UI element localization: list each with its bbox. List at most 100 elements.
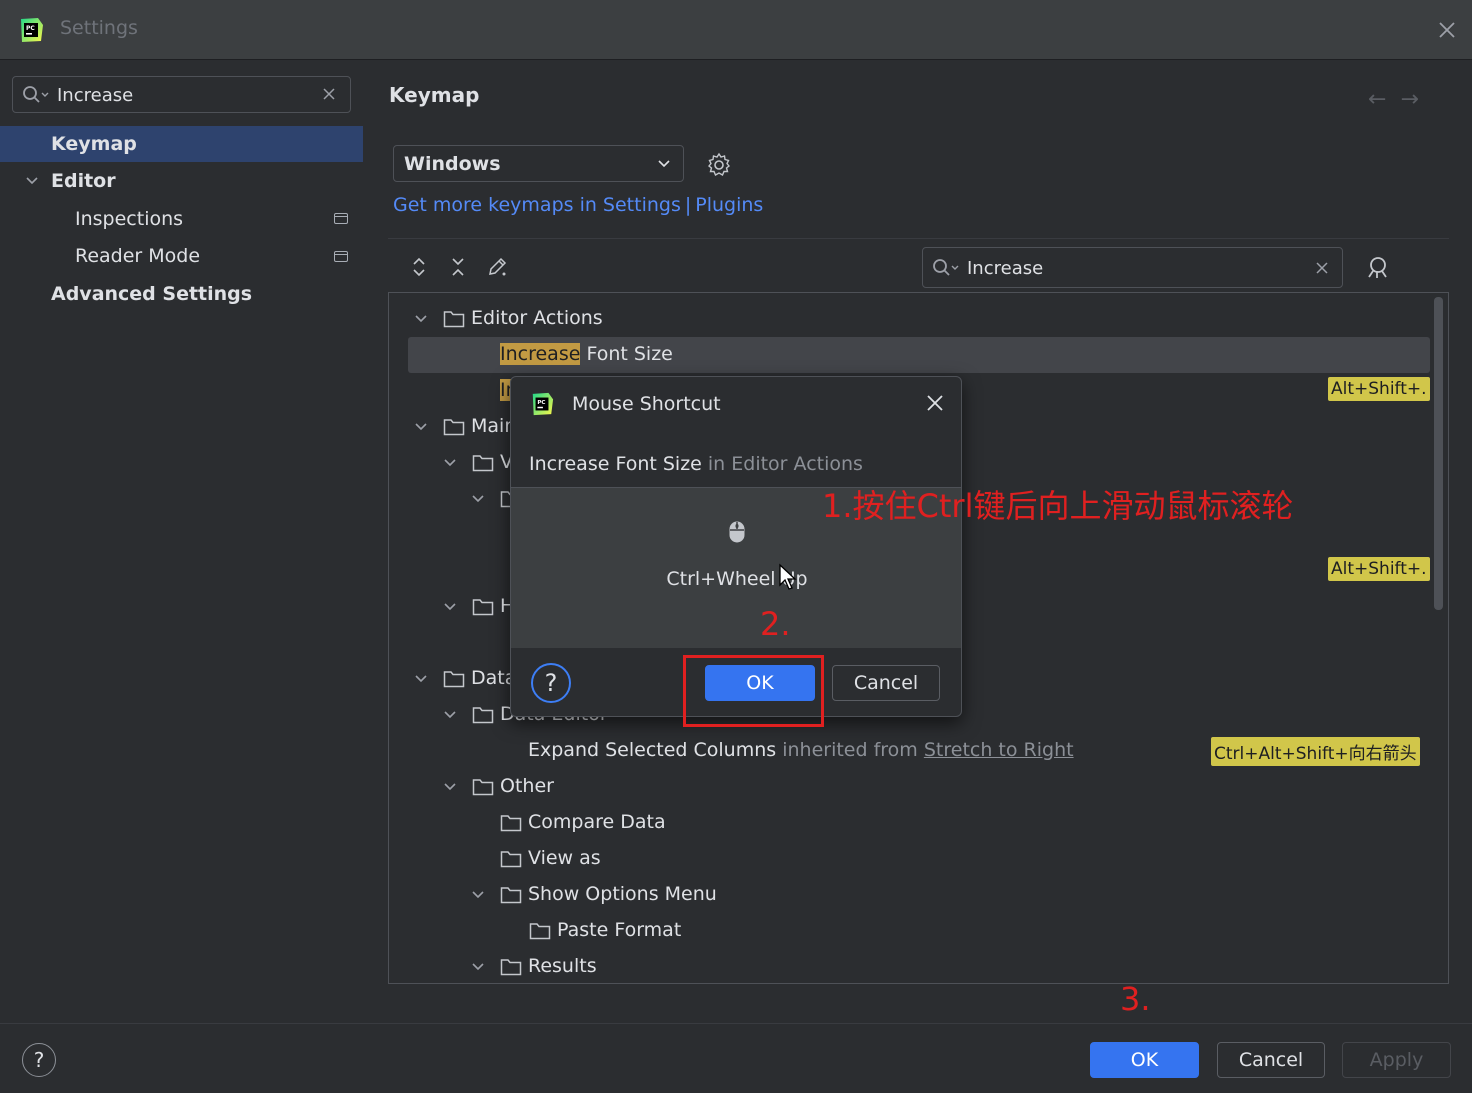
folder-icon bbox=[529, 923, 551, 940]
tree-row[interactable]: Other bbox=[389, 769, 1448, 805]
svg-text:PC: PC bbox=[26, 25, 35, 32]
page-title: Keymap bbox=[389, 83, 480, 107]
chevron-down-icon[interactable] bbox=[24, 173, 40, 189]
tree-row[interactable]: Paste Format bbox=[389, 913, 1448, 949]
annotation-box-dialog-ok bbox=[683, 655, 824, 727]
expand-all-icon[interactable] bbox=[408, 256, 430, 278]
link-separator: | bbox=[684, 194, 692, 216]
stretch-to-right-link[interactable]: Stretch to Right bbox=[924, 739, 1074, 761]
folder-icon bbox=[500, 887, 522, 904]
nav-item-editor[interactable]: Editor bbox=[24, 163, 363, 199]
cancel-button[interactable]: Cancel bbox=[1217, 1042, 1325, 1078]
title-bar: PC Settings bbox=[0, 0, 1472, 60]
chevron-down-icon[interactable] bbox=[413, 420, 429, 434]
action-search-field[interactable] bbox=[922, 247, 1343, 288]
svg-text:PC: PC bbox=[537, 400, 545, 406]
chevron-down-icon[interactable] bbox=[470, 492, 486, 506]
folder-icon bbox=[443, 419, 465, 436]
tree-label: Paste Format bbox=[557, 919, 682, 941]
clear-search-icon[interactable] bbox=[1314, 260, 1330, 276]
edit-pencil-icon[interactable] bbox=[486, 256, 508, 278]
history-nav: ←→ bbox=[1368, 87, 1433, 112]
close-icon[interactable] bbox=[925, 393, 945, 413]
window-close-button[interactable] bbox=[1433, 16, 1461, 44]
dialog-help-button[interactable]: ? bbox=[531, 663, 571, 703]
forward-arrow-icon[interactable]: → bbox=[1400, 87, 1432, 112]
tree-row-increase-font-size[interactable]: Increase Font Size bbox=[408, 337, 1430, 373]
dialog-action-label: Increase Font Size in Editor Actions bbox=[529, 453, 863, 475]
chevron-down-icon[interactable] bbox=[442, 780, 458, 794]
tree-row[interactable]: Compare Data bbox=[389, 805, 1448, 841]
folder-icon bbox=[472, 455, 494, 472]
nav-item-inspections[interactable]: Inspections bbox=[75, 201, 363, 237]
chevron-down-icon[interactable] bbox=[470, 888, 486, 902]
folder-icon bbox=[472, 599, 494, 616]
nav-item-keymap[interactable]: Keymap bbox=[0, 126, 363, 162]
nav-item-label: Reader Mode bbox=[75, 245, 201, 267]
shortcut-badge: Alt+Shift+. bbox=[1328, 557, 1430, 581]
folder-icon bbox=[500, 815, 522, 832]
tree-label: Expand Selected Columns inherited from S… bbox=[528, 739, 1074, 761]
folder-icon bbox=[443, 311, 465, 328]
find-by-shortcut-icon[interactable] bbox=[1366, 255, 1392, 281]
tree-row[interactable]: View as bbox=[389, 841, 1448, 877]
action-group: in Editor Actions bbox=[701, 453, 863, 475]
shortcut-text: Ctrl+Wheel Up bbox=[666, 568, 808, 590]
annotation-step-1: 1.按住Ctrl键后向上滑动鼠标滚轮 bbox=[822, 487, 1294, 525]
collapse-all-icon[interactable] bbox=[447, 256, 469, 278]
get-more-keymaps-link[interactable]: Get more keymaps in Settings bbox=[393, 194, 681, 216]
annotation-step-3: 3. bbox=[1120, 980, 1151, 1018]
project-settings-icon bbox=[334, 251, 348, 262]
pycharm-logo-icon: PC bbox=[21, 18, 43, 42]
ok-button[interactable]: OK bbox=[1090, 1042, 1199, 1078]
chevron-down-icon[interactable] bbox=[413, 672, 429, 686]
back-arrow-icon[interactable]: ← bbox=[1368, 87, 1400, 112]
tree-label-rest: Font Size bbox=[580, 343, 673, 365]
gear-icon[interactable] bbox=[706, 152, 732, 178]
action-name: Increase Font Size bbox=[529, 453, 702, 475]
keymap-dropdown[interactable]: Windows bbox=[393, 145, 684, 182]
tree-row[interactable]: Show Options Menu bbox=[389, 877, 1448, 913]
chevron-down-icon[interactable] bbox=[470, 960, 486, 974]
tree-label: Increase Font Size bbox=[500, 343, 673, 365]
chevron-down-icon[interactable] bbox=[442, 456, 458, 470]
search-highlight: Increase bbox=[500, 343, 581, 365]
keymap-links: Get more keymaps in Settings | Plugins bbox=[393, 194, 763, 216]
folder-icon bbox=[472, 707, 494, 724]
dialog-title: Mouse Shortcut bbox=[572, 393, 721, 415]
chevron-down-icon bbox=[658, 160, 670, 168]
window-title: Settings bbox=[60, 17, 138, 39]
clear-search-icon[interactable] bbox=[321, 86, 337, 102]
help-button[interactable]: ? bbox=[22, 1043, 56, 1077]
tree-row[interactable]: Results bbox=[389, 949, 1448, 983]
nav-item-label: Editor bbox=[51, 170, 116, 192]
folder-icon bbox=[472, 779, 494, 796]
keymap-selected-value: Windows bbox=[404, 153, 501, 175]
tree-label: View as bbox=[528, 847, 601, 869]
nav-item-advanced-settings[interactable]: Advanced Settings bbox=[51, 276, 363, 312]
divider bbox=[388, 238, 1449, 239]
action-search-input[interactable] bbox=[967, 255, 1297, 281]
folder-icon bbox=[443, 671, 465, 688]
tree-label: Results bbox=[528, 955, 597, 977]
chevron-down-icon[interactable] bbox=[442, 708, 458, 722]
mouse-icon bbox=[729, 521, 745, 543]
inherited-text: inherited from bbox=[776, 739, 924, 761]
tree-row[interactable]: Expand Selected Columns inherited from S… bbox=[389, 733, 1448, 769]
dialog-cancel-button[interactable]: Cancel bbox=[832, 665, 940, 701]
nav-item-reader-mode[interactable]: Reader Mode bbox=[75, 238, 363, 274]
chevron-down-icon[interactable] bbox=[442, 600, 458, 614]
tree-row[interactable]: Editor Actions bbox=[389, 301, 1448, 337]
settings-search-field[interactable] bbox=[12, 76, 351, 113]
tree-label: Compare Data bbox=[528, 811, 666, 833]
nav-item-label: Keymap bbox=[51, 133, 137, 155]
search-icon bbox=[933, 259, 959, 276]
annotation-step-2: 2. bbox=[760, 605, 791, 643]
chevron-down-icon[interactable] bbox=[413, 312, 429, 326]
plugins-link[interactable]: Plugins bbox=[695, 194, 763, 216]
apply-button[interactable]: Apply bbox=[1342, 1042, 1451, 1078]
close-icon bbox=[1439, 22, 1455, 38]
settings-search-input[interactable] bbox=[57, 82, 307, 108]
folder-icon bbox=[500, 959, 522, 976]
action-name: Expand Selected Columns bbox=[528, 739, 777, 761]
